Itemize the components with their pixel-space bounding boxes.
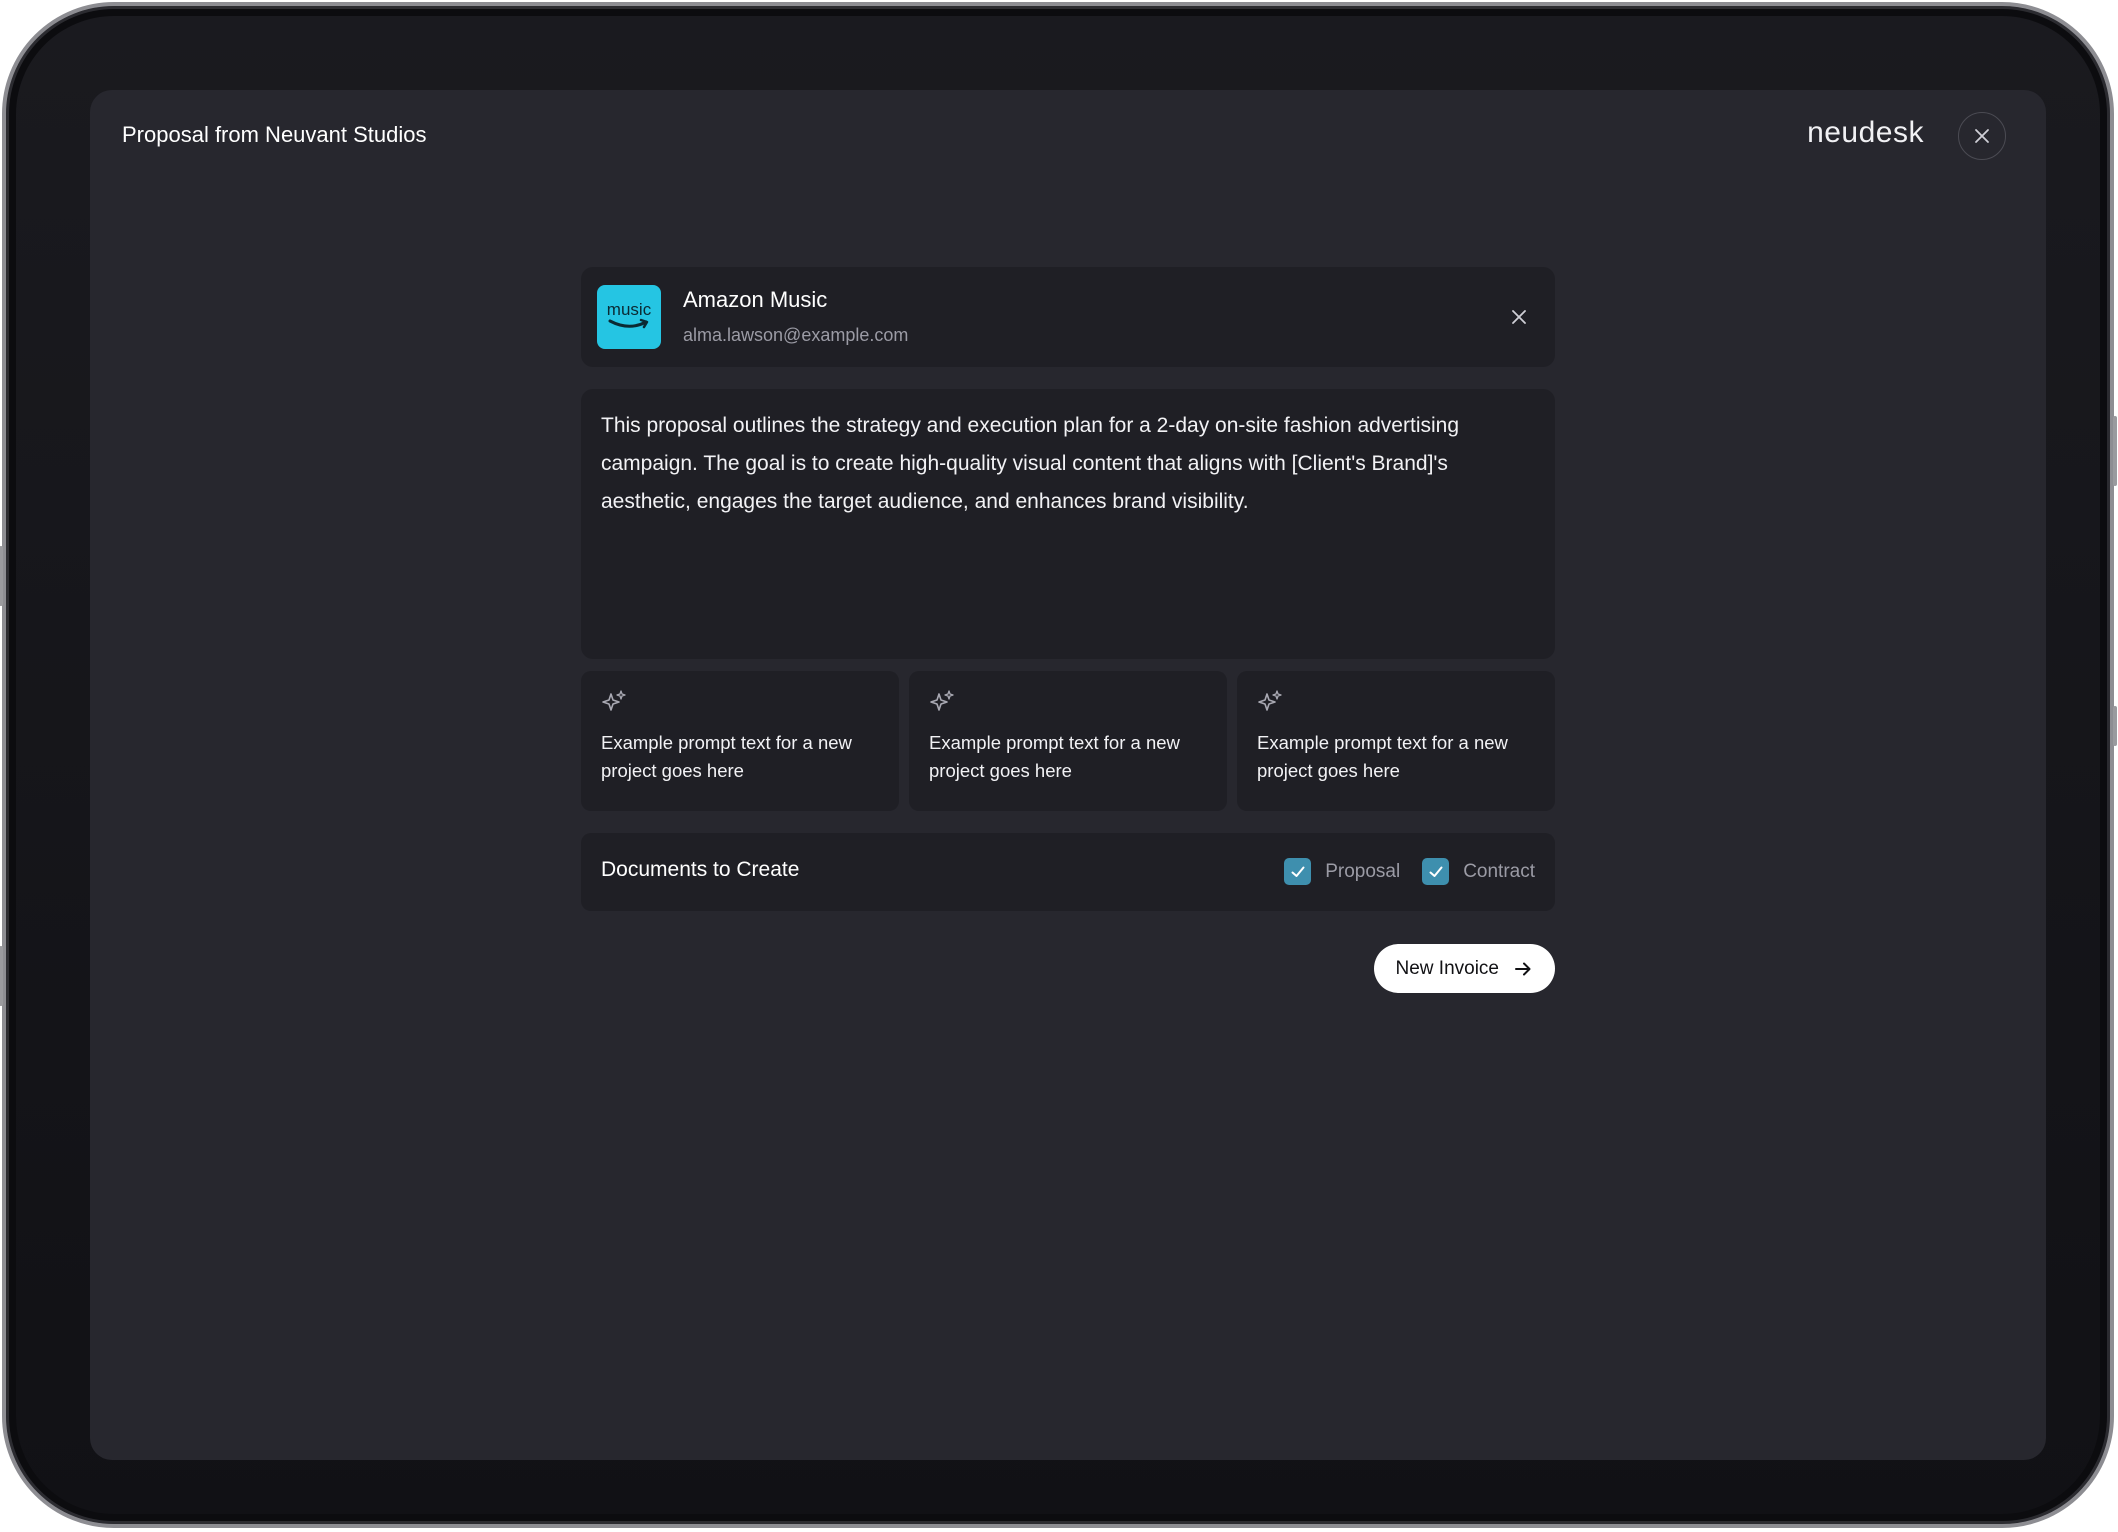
tablet-frame: Proposal from Neuvant Studios neudesk mu… [0, 2, 2117, 1528]
brand-logo: neudesk [1807, 116, 1924, 149]
device-side-button [0, 946, 3, 1006]
client-logo-text: music [606, 299, 652, 319]
checkmark-icon [1429, 866, 1443, 877]
remove-client-button[interactable] [1507, 305, 1531, 329]
prompt-text: Example prompt text for a new project go… [1257, 732, 1508, 781]
proposal-checkbox-label: Proposal [1325, 860, 1401, 882]
sparkle-icon [602, 690, 626, 711]
client-card: music Amazon Music alma.lawson@example.c… [581, 267, 1555, 367]
prompt-text: Example prompt text for a new project go… [929, 732, 1180, 781]
device-side-button [0, 546, 3, 606]
proposal-checkbox-option[interactable]: Proposal [1284, 858, 1400, 885]
prompt-suggestions: Example prompt text for a new project go… [581, 671, 1555, 811]
arrow-right-icon [1515, 962, 1531, 975]
new-invoice-label: New Invoice [1395, 957, 1500, 979]
sparkle-icon [1258, 690, 1282, 711]
prompt-text: Example prompt text for a new project go… [601, 732, 852, 781]
documents-title: Documents to Create [601, 858, 800, 881]
proposal-description-input[interactable]: This proposal outlines the strategy and … [581, 389, 1555, 659]
contract-checkbox[interactable] [1422, 858, 1450, 885]
smile-arrow-icon [608, 318, 649, 328]
checkmark-icon [1291, 866, 1305, 877]
client-logo: music [597, 285, 661, 349]
sparkle-icon [930, 690, 954, 711]
prompt-suggestion-card[interactable]: Example prompt text for a new project go… [581, 671, 899, 811]
new-invoice-button[interactable]: New Invoice [1373, 944, 1555, 993]
documents-options: Proposal Contract [1284, 858, 1535, 885]
contract-checkbox-label: Contract [1463, 860, 1535, 882]
client-email: alma.lawson@example.com [683, 325, 909, 345]
close-icon [1975, 129, 1989, 143]
prompt-suggestion-card[interactable]: Example prompt text for a new project go… [1237, 671, 1555, 811]
prompt-suggestion-card[interactable]: Example prompt text for a new project go… [909, 671, 1227, 811]
close-window-button[interactable] [1958, 112, 2006, 160]
window-title: Proposal from Neuvant Studios [122, 122, 427, 147]
proposal-checkbox[interactable] [1284, 858, 1312, 885]
proposal-form: music Amazon Music alma.lawson@example.c… [581, 267, 1555, 993]
contract-checkbox-option[interactable]: Contract [1422, 858, 1535, 885]
app-screen: Proposal from Neuvant Studios neudesk mu… [90, 90, 2046, 1460]
documents-to-create: Documents to Create Proposal Contract [581, 833, 1555, 911]
device-side-button [2113, 416, 2117, 486]
form-actions: New Invoice [581, 944, 1555, 993]
device-side-button [2113, 706, 2117, 746]
close-icon [1512, 310, 1526, 324]
client-name: Amazon Music [683, 287, 828, 312]
